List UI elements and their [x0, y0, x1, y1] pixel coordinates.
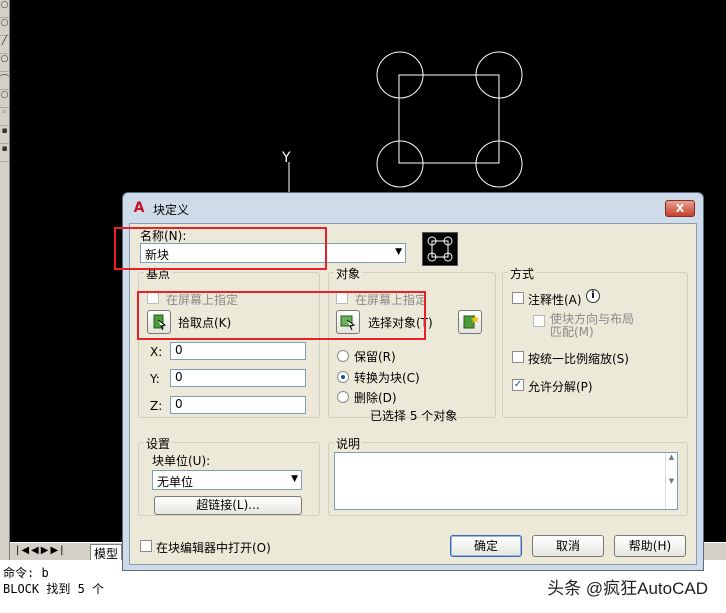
description-title: 说明: [334, 435, 363, 452]
command-history-line: BLOCK 找到 5 个: [3, 582, 105, 596]
autocad-logo-icon: A: [133, 200, 145, 216]
block-unit-select[interactable]: 无单位 ▼: [152, 470, 302, 490]
hyperlink-button[interactable]: 超链接(L)...: [154, 496, 302, 515]
retain-label: 保留(R): [354, 350, 396, 364]
highlight-pick-select-box: [137, 291, 426, 340]
scale-uniformly-checkbox[interactable]: [512, 351, 524, 363]
cancel-button[interactable]: 取消: [532, 535, 604, 557]
z-label: Z:: [150, 399, 163, 413]
ok-button[interactable]: 确定: [450, 535, 522, 557]
objects-title: 对象: [334, 265, 363, 282]
z-input[interactable]: 0: [170, 396, 306, 414]
screen: ○ ○ ╱ ○ ⌒ ○ ◦ ▪ ▪ Y |◀◀▶▶| 模型 命令: b BLOCK 找到 5 个…: [0, 0, 726, 613]
tab-nav-arrows[interactable]: |◀◀▶▶|: [16, 545, 66, 556]
convert-to-block-label: 转换为块(C): [354, 371, 420, 385]
annotative-label: 注释性(A): [528, 293, 582, 307]
open-in-editor-label: 在块编辑器中打开(O): [156, 541, 271, 555]
info-icon[interactable]: i: [586, 289, 600, 303]
description-textarea[interactable]: ▲ ▼: [334, 452, 678, 510]
chevron-down-icon[interactable]: ▼: [395, 247, 402, 257]
allow-exploding-label: 允许分解(P): [528, 380, 593, 394]
block-unit-value: 无单位: [157, 475, 194, 489]
delete-radio[interactable]: [337, 391, 349, 403]
settings-title: 设置: [144, 435, 173, 452]
y-axis-label: Y: [281, 150, 291, 166]
dialog-title: 块定义: [153, 203, 190, 217]
quick-select-icon[interactable]: [458, 310, 482, 334]
selected-count-label: 已选择 5 个对象: [370, 409, 458, 423]
x-input[interactable]: 0: [170, 342, 306, 360]
highlight-name-box: [114, 227, 327, 270]
dialog-body: 名称(N): 新块 ▼ 基点 在屏幕上指定 拾取点(K) X: 0 Y: 0 Z…: [129, 223, 697, 565]
match-orientation-checkbox[interactable]: [533, 315, 545, 327]
convert-to-block-radio[interactable]: [337, 371, 349, 383]
scale-uniformly-label: 按统一比例缩放(S): [528, 352, 629, 366]
chevron-down-icon[interactable]: ▼: [291, 474, 298, 484]
block-preview: [422, 232, 458, 266]
y-input[interactable]: 0: [170, 369, 306, 387]
delete-label: 删除(D): [354, 391, 397, 405]
retain-radio[interactable]: [337, 350, 349, 362]
command-history-line: 命令: b: [3, 566, 49, 580]
annotative-checkbox[interactable]: [512, 292, 524, 304]
x-label: X:: [150, 345, 163, 359]
dialog-titlebar[interactable]: A 块定义 X: [123, 193, 703, 223]
behavior-title: 方式: [508, 265, 537, 282]
close-button[interactable]: X: [665, 200, 695, 217]
watermark: 头条 @疯狂AutoCAD: [547, 579, 708, 598]
block-unit-label: 块单位(U):: [152, 454, 211, 468]
help-button[interactable]: 帮助(H): [614, 535, 686, 557]
allow-exploding-checkbox[interactable]: ✓: [512, 379, 524, 391]
match-orientation-label: 使块方向与布局 匹配(M): [550, 312, 635, 339]
block-preview-icon: [427, 236, 453, 262]
open-in-editor-checkbox[interactable]: [140, 540, 152, 552]
y-label: Y:: [150, 372, 160, 386]
description-scrollbar[interactable]: ▲ ▼: [665, 453, 677, 509]
